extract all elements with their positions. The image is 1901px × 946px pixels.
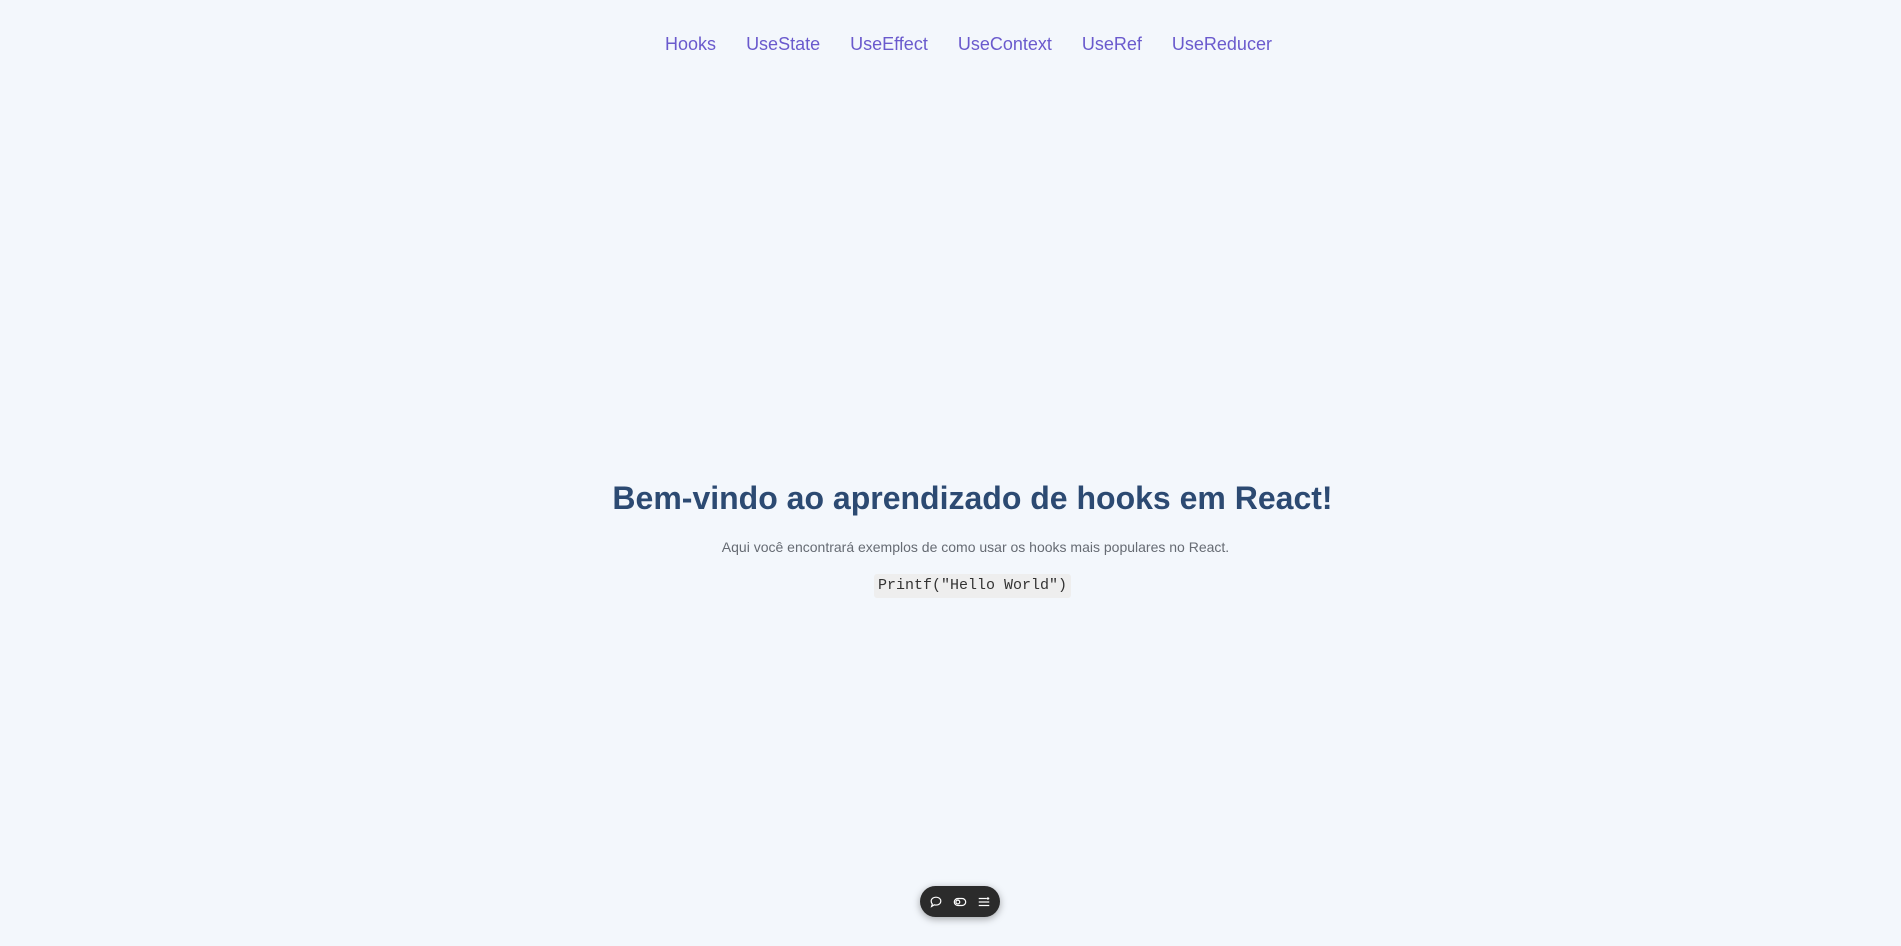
menu-icon[interactable]: [976, 894, 992, 910]
nav-link-useref[interactable]: UseRef: [1082, 30, 1142, 58]
nav-link-useeffect[interactable]: UseEffect: [850, 30, 928, 58]
nav-link-usestate[interactable]: UseState: [746, 30, 820, 58]
page: Hooks UseState UseEffect UseContext UseR…: [0, 0, 1901, 946]
nav-link-usereducer[interactable]: UseReducer: [1172, 30, 1272, 58]
nav-link-usecontext[interactable]: UseContext: [958, 30, 1052, 58]
hero-section: Bem-vindo ao aprendizado de hooks em Rea…: [0, 474, 1901, 598]
floating-toolbar: [920, 886, 1000, 917]
code-wrapper: Printf("Hello World"): [0, 574, 1901, 598]
page-title: Bem-vindo ao aprendizado de hooks em Rea…: [612, 480, 1333, 516]
toggle-icon[interactable]: [952, 894, 968, 910]
page-subtitle: Aqui você encontrará exemplos de como us…: [721, 539, 1230, 555]
comment-icon[interactable]: [928, 894, 944, 910]
code-snippet: Printf("Hello World"): [873, 574, 1072, 598]
top-nav: Hooks UseState UseEffect UseContext UseR…: [0, 30, 1901, 58]
nav-link-hooks[interactable]: Hooks: [665, 30, 716, 58]
